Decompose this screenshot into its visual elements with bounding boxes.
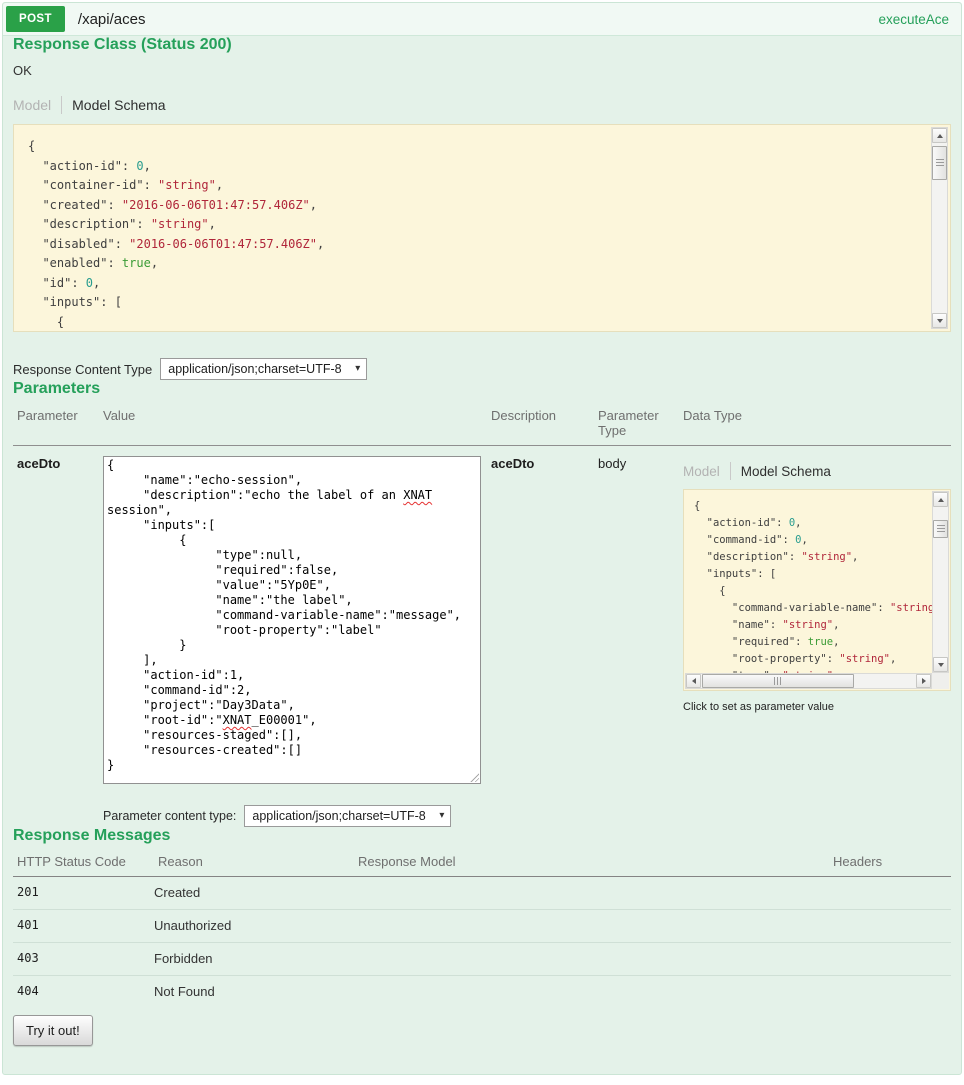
status-code: 401 bbox=[13, 918, 154, 933]
arrow-down-icon bbox=[937, 319, 943, 323]
col-description: Description bbox=[487, 408, 594, 438]
scroll-up-button[interactable] bbox=[932, 128, 947, 143]
param-snippet-horizontal-scrollbar[interactable] bbox=[685, 673, 932, 689]
endpoint-path-link[interactable]: /xapi/aces bbox=[78, 11, 146, 28]
parameter-model-schema-snippet[interactable]: { "action-id": 0, "command-id": 0, "desc… bbox=[683, 489, 951, 691]
arrow-up-icon bbox=[938, 498, 944, 502]
http-method-badge[interactable]: POST bbox=[6, 6, 65, 32]
col-http-status-code: HTTP Status Code bbox=[13, 854, 154, 869]
scroll-down-button[interactable] bbox=[933, 657, 948, 672]
response-message-row: 201 Created bbox=[13, 877, 951, 910]
parameter-row: aceDto { "name":"echo-session", "descrip… bbox=[13, 446, 951, 784]
parameter-content-type-select-box: application/json;charset=UTF-8 ▾ bbox=[244, 805, 451, 827]
snippet-hint-text: Click to set as parameter value bbox=[683, 701, 951, 713]
data-type-cell: Model Model Schema { "action-id": 0, "co… bbox=[679, 456, 951, 784]
response-class-description: OK bbox=[13, 63, 951, 78]
response-content-type-row: Response Content Type application/json;c… bbox=[13, 358, 951, 380]
headers-cell bbox=[829, 918, 951, 933]
param-snippet-vertical-scrollbar[interactable] bbox=[932, 491, 949, 673]
col-response-model: Response Model bbox=[354, 854, 829, 869]
thumb-grip-icon bbox=[774, 677, 782, 685]
response-model-cell bbox=[354, 918, 829, 933]
response-class-heading: Response Class (Status 200) bbox=[13, 36, 951, 54]
parameters-heading: Parameters bbox=[13, 380, 951, 398]
status-code: 201 bbox=[13, 885, 154, 900]
parameter-content-type-select[interactable]: application/json;charset=UTF-8 bbox=[245, 806, 450, 826]
parameter-description: aceDto bbox=[487, 456, 594, 784]
arrow-down-icon bbox=[938, 663, 944, 667]
operation-nickname-link[interactable]: executeAce bbox=[878, 12, 949, 27]
scroll-down-button[interactable] bbox=[932, 313, 947, 328]
reason-text: Created bbox=[154, 885, 354, 900]
response-snippet-vertical-scrollbar[interactable] bbox=[931, 127, 948, 329]
col-data-type: Data Type bbox=[679, 408, 951, 438]
col-parameter-type: Parameter Type bbox=[594, 408, 679, 438]
try-it-out-button[interactable]: Try it out! bbox=[13, 1015, 93, 1046]
scroll-right-button[interactable] bbox=[916, 674, 931, 688]
response-model-cell bbox=[354, 885, 829, 900]
headers-cell bbox=[829, 984, 951, 999]
response-message-row: 401 Unauthorized bbox=[13, 910, 951, 943]
status-code: 403 bbox=[13, 951, 154, 966]
parameter-value-textarea[interactable]: { "name":"echo-session", "description":"… bbox=[103, 456, 481, 784]
response-message-row: 404 Not Found bbox=[13, 976, 951, 1008]
response-message-row: 403 Forbidden bbox=[13, 943, 951, 976]
tab-model-schema[interactable]: Model Schema bbox=[72, 97, 165, 113]
reason-text: Forbidden bbox=[154, 951, 354, 966]
scrollbar-thumb[interactable] bbox=[933, 520, 948, 538]
tab-param-model[interactable]: Model bbox=[683, 464, 720, 479]
response-content-type-select-box: application/json;charset=UTF-8 ▾ bbox=[160, 358, 367, 380]
arrow-left-icon bbox=[692, 678, 696, 684]
tab-divider bbox=[730, 462, 731, 480]
response-messages-table-header: HTTP Status Code Reason Response Model H… bbox=[13, 854, 951, 877]
parameter-value-cell: { "name":"echo-session", "description":"… bbox=[99, 456, 487, 784]
scrollbar-corner bbox=[932, 673, 949, 689]
col-parameter: Parameter bbox=[13, 408, 99, 438]
reason-text: Unauthorized bbox=[154, 918, 354, 933]
tab-param-model-schema[interactable]: Model Schema bbox=[741, 464, 831, 479]
scrollbar-thumb[interactable] bbox=[932, 146, 947, 180]
response-model-cell bbox=[354, 984, 829, 999]
parameter-content-type-row: Parameter content type: application/json… bbox=[103, 805, 951, 827]
status-code: 404 bbox=[13, 984, 154, 999]
response-model-tabs: Model Model Schema bbox=[13, 96, 951, 114]
arrow-up-icon bbox=[937, 134, 943, 138]
thumb-grip-icon bbox=[937, 525, 945, 533]
response-content-type-label: Response Content Type bbox=[13, 362, 152, 377]
parameter-content-type-label: Parameter content type: bbox=[103, 809, 236, 823]
scrollbar-thumb[interactable] bbox=[702, 674, 854, 688]
response-model-cell bbox=[354, 951, 829, 966]
response-content-type-select[interactable]: application/json;charset=UTF-8 bbox=[161, 359, 366, 379]
headers-cell bbox=[829, 951, 951, 966]
tab-divider bbox=[61, 96, 62, 114]
scroll-left-button[interactable] bbox=[686, 674, 701, 688]
parameters-table-header: Parameter Value Description Parameter Ty… bbox=[13, 408, 951, 446]
parameter-type-value: body bbox=[594, 456, 679, 784]
reason-text: Not Found bbox=[154, 984, 354, 999]
response-schema-code: { "action-id": 0, "container-id": "strin… bbox=[28, 137, 926, 332]
col-reason: Reason bbox=[154, 854, 354, 869]
arrow-right-icon bbox=[922, 678, 926, 684]
operation-body: Response Class (Status 200) OK Model Mod… bbox=[3, 36, 961, 1054]
col-headers: Headers bbox=[829, 854, 951, 869]
response-model-schema-snippet: { "action-id": 0, "container-id": "strin… bbox=[13, 124, 951, 332]
parameter-schema-code: { "action-id": 0, "command-id": 0, "desc… bbox=[694, 498, 950, 685]
thumb-grip-icon bbox=[936, 159, 944, 167]
col-value: Value bbox=[99, 408, 487, 438]
scroll-up-button[interactable] bbox=[933, 492, 948, 507]
tab-model[interactable]: Model bbox=[13, 97, 51, 113]
response-messages-heading: Response Messages bbox=[13, 827, 951, 845]
headers-cell bbox=[829, 885, 951, 900]
data-type-tabs: Model Model Schema bbox=[683, 462, 951, 480]
operation-header[interactable]: POST /xapi/aces executeAce bbox=[3, 3, 961, 36]
operation-panel: POST /xapi/aces executeAce Response Clas… bbox=[2, 2, 962, 1075]
parameter-name: aceDto bbox=[13, 456, 99, 784]
